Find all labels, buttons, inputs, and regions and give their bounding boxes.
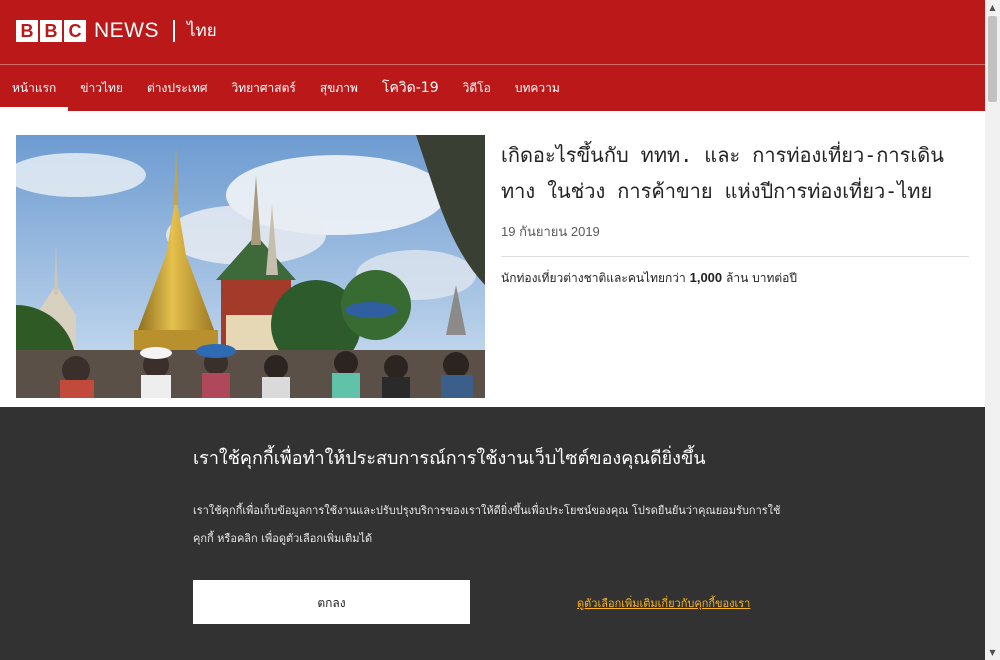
browser-viewport: B B C NEWS ไทย หน้าแรก ข่าวไทย ต่างประเท…	[0, 0, 985, 660]
bbc-news-thai-logo[interactable]: B B C NEWS ไทย	[16, 20, 217, 42]
nav-item-covid[interactable]: โควิด-19	[370, 65, 451, 111]
main-navigation: หน้าแรก ข่าวไทย ต่างประเทศ วิทยาศาสตร์ ส…	[0, 64, 985, 111]
nav-item-thai-news[interactable]: ข่าวไทย	[68, 65, 135, 111]
nav-item-world[interactable]: ต่างประเทศ	[135, 65, 220, 111]
summary-text-tail: ล้าน บาทต่อปี	[725, 271, 797, 285]
bbc-logo-letter-c: C	[64, 20, 86, 42]
nav-item-features[interactable]: บทความ	[503, 65, 572, 111]
logo-divider	[173, 20, 175, 42]
cookie-consent-title: เราใช้คุกกี้เพื่อทำให้ประสบการณ์การใช้งา…	[193, 448, 706, 469]
bbc-logo-letter-b1: B	[16, 20, 38, 42]
nav-item-video[interactable]: วิดีโอ	[451, 65, 503, 111]
summary-text-lead: นักท่องเที่ยวต่างชาติและคนไทยกว่า	[501, 271, 686, 285]
temple-photo-illustration	[16, 135, 485, 398]
nav-item-science[interactable]: วิทยาศาสตร์	[219, 65, 307, 111]
scrollbar-thumb[interactable]	[988, 16, 997, 102]
cookie-options-link[interactable]: ดูตัวเลือกเพิ่มเติมเกี่ยวกับคุกกี้ของเรา	[577, 594, 750, 612]
nav-item-health[interactable]: สุขภาพ	[308, 65, 370, 111]
article-divider	[501, 256, 969, 257]
logo-news-word: NEWS	[94, 19, 159, 42]
cookie-consent-banner: เราใช้คุกกี้เพื่อทำให้ประสบการณ์การใช้งา…	[0, 407, 985, 660]
logo-language-word: ไทย	[187, 21, 217, 41]
masthead: B B C NEWS ไทย	[0, 0, 985, 64]
scroll-up-arrow-icon[interactable]: ▲	[985, 0, 1000, 15]
summary-text-figure: 1,000	[689, 270, 723, 285]
nav-list: หน้าแรก ข่าวไทย ต่างประเทศ วิทยาศาสตร์ ส…	[0, 65, 985, 111]
cookie-accept-button[interactable]: ตกลง	[193, 580, 470, 624]
article-hero-image[interactable]	[16, 135, 485, 398]
cookie-consent-body: เราใช้คุกกี้เพื่อเก็บข้อมูลการใช้งานและป…	[193, 504, 781, 545]
article-date: 19 กันยายน 2019	[501, 224, 600, 239]
article-summary-text: นักท่องเที่ยวต่างชาติและคนไทยกว่า 1,000 …	[501, 269, 969, 287]
vertical-scrollbar[interactable]: ▲ ▼	[985, 0, 1000, 660]
scroll-down-arrow-icon[interactable]: ▼	[985, 645, 1000, 660]
article-summary: เกิดอะไรขึ้นกับ ททท. และ การท่องเที่ยว-ก…	[501, 135, 969, 299]
nav-item-home[interactable]: หน้าแรก	[0, 65, 69, 111]
bbc-logo-letter-b2: B	[40, 20, 62, 42]
article-headline[interactable]: เกิดอะไรขึ้นกับ ททท. และ การท่องเที่ยว-ก…	[501, 137, 969, 209]
